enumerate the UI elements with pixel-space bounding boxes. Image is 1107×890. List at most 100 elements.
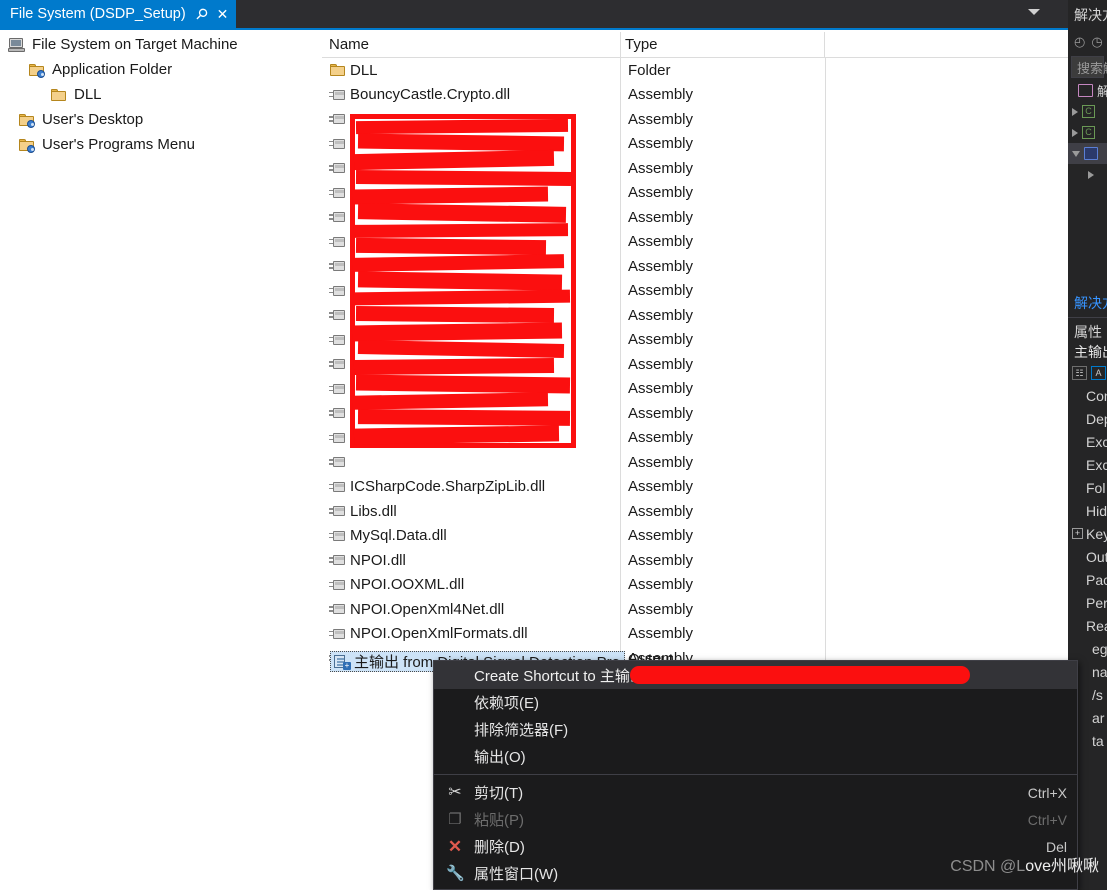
assembly-icon <box>329 258 347 274</box>
assembly-icon <box>329 454 347 470</box>
cell-type: Assembly <box>628 576 694 594</box>
tree-item-application-folder[interactable]: Application Folder <box>0 57 319 82</box>
cell-name: Libs.dll <box>322 503 620 520</box>
table-row[interactable]: NPOI.OOXML.dll Assembly <box>322 573 1068 598</box>
assembly-icon <box>329 332 347 348</box>
table-row[interactable]: Assembly <box>322 132 1068 157</box>
tab-strip: File System (DSDP_Setup) ⚲ ✕ <box>0 0 1068 28</box>
primary-output-icon: + <box>333 654 351 670</box>
chevron-right-icon[interactable] <box>1072 107 1078 116</box>
menu-item-paste[interactable]: ❐ 粘贴(P) Ctrl+V <box>434 806 1077 833</box>
table-row[interactable]: ICSharpCode.SharpZipLib.dll Assembly <box>322 475 1068 500</box>
cell-type: Assembly <box>628 208 694 226</box>
property-row[interactable]: Dep <box>1068 407 1107 430</box>
table-row[interactable]: Assembly <box>322 107 1068 132</box>
folder-icon <box>329 62 347 78</box>
forward-icon[interactable]: ◷ <box>1091 34 1102 50</box>
close-icon[interactable]: ✕ <box>217 7 229 21</box>
property-row-expandable[interactable]: + Key <box>1068 522 1107 545</box>
tree-item-users-desktop[interactable]: User's Desktop <box>0 107 319 132</box>
table-row[interactable]: BouncyCastle.Crypto.dll Assembly <box>322 83 1068 108</box>
categorized-view-icon[interactable]: ☷ <box>1072 366 1087 380</box>
assembly-icon <box>329 503 347 519</box>
tree-item-dll[interactable]: DLL <box>0 82 319 107</box>
tab-file-system[interactable]: File System (DSDP_Setup) ⚲ ✕ <box>0 0 237 28</box>
property-row[interactable]: eg <box>1068 637 1107 660</box>
menu-item-exclusion-filter[interactable]: 排除筛选器(F) <box>434 716 1077 743</box>
folder-icon <box>50 87 68 103</box>
table-row[interactable]: Assembly <box>322 377 1068 402</box>
property-row[interactable]: Exc <box>1068 453 1107 476</box>
table-row[interactable]: Assembly <box>322 230 1068 255</box>
project-node-1[interactable]: C <box>1068 101 1107 122</box>
solution-explorer-link[interactable]: 解决方 <box>1068 293 1107 313</box>
table-row[interactable]: Libs.dll Assembly <box>322 499 1068 524</box>
chevron-down-icon[interactable] <box>1072 150 1080 157</box>
menu-item-outputs[interactable]: 输出(O) <box>434 743 1077 770</box>
table-row[interactable]: Assembly <box>322 254 1068 279</box>
property-row[interactable]: Fol <box>1068 476 1107 499</box>
solution-search-input[interactable]: 搜索解 <box>1071 56 1107 78</box>
assembly-icon <box>329 479 347 495</box>
table-row[interactable]: Assembly <box>322 450 1068 475</box>
table-row[interactable]: Assembly <box>322 401 1068 426</box>
property-row[interactable]: Hid <box>1068 499 1107 522</box>
assembly-icon <box>329 430 347 446</box>
cell-type: Assembly <box>628 600 694 618</box>
setup-project-node[interactable] <box>1068 143 1107 164</box>
property-name: Hid <box>1086 502 1107 519</box>
table-row[interactable]: Assembly <box>322 303 1068 328</box>
chevron-right-icon[interactable] <box>1072 128 1078 137</box>
tree-item-users-programs-menu[interactable]: User's Programs Menu <box>0 132 319 157</box>
menu-item-delete[interactable]: ✕ 删除(D) Del <box>434 833 1077 860</box>
table-row[interactable]: Assembly <box>322 279 1068 304</box>
property-row[interactable]: Out <box>1068 545 1107 568</box>
alphabetical-view-icon[interactable]: A <box>1091 366 1106 380</box>
assembly-icon <box>329 209 347 225</box>
menu-item-dependencies[interactable]: 依赖项(E) <box>434 689 1077 716</box>
setup-child-node[interactable] <box>1068 164 1107 185</box>
expand-icon[interactable]: + <box>1072 528 1083 539</box>
property-name: /s <box>1092 686 1103 703</box>
property-row[interactable]: Con <box>1068 384 1107 407</box>
cell-name-label: NPOI.OpenXml4Net.dll <box>350 600 505 618</box>
table-row[interactable]: Assembly <box>322 352 1068 377</box>
solution-node[interactable]: 解 <box>1068 80 1107 101</box>
table-row[interactable]: NPOI.dll Assembly <box>322 548 1068 573</box>
cell-name: NPOI.OOXML.dll <box>322 576 620 593</box>
cell-type: Assembly <box>628 551 694 569</box>
property-row[interactable]: Rea <box>1068 614 1107 637</box>
back-icon[interactable]: ◴ <box>1074 34 1085 50</box>
solution-label: 解 <box>1097 84 1107 99</box>
assembly-icon <box>329 528 347 544</box>
property-name: Con <box>1086 387 1107 404</box>
property-row[interactable]: Pac <box>1068 568 1107 591</box>
table-row[interactable]: DLL Folder <box>322 58 1068 83</box>
chevron-down-icon[interactable] <box>1028 9 1040 15</box>
cell-name <box>322 332 620 348</box>
table-row[interactable]: NPOI.OpenXmlFormats.dll Assembly <box>322 622 1068 647</box>
property-name: eg <box>1092 640 1107 657</box>
menu-item-properties-window[interactable]: 🔧 属性窗口(W) <box>434 860 1077 887</box>
table-row[interactable]: Assembly <box>322 205 1068 230</box>
property-row[interactable]: Per <box>1068 591 1107 614</box>
table-row[interactable]: MySql.Data.dll Assembly <box>322 524 1068 549</box>
menu-item-cut[interactable]: ✂ 剪切(T) Ctrl+X <box>434 779 1077 806</box>
table-row[interactable]: Assembly <box>322 328 1068 353</box>
cell-name <box>322 307 620 323</box>
cell-type: Assembly <box>628 331 694 349</box>
table-row[interactable]: Assembly <box>322 426 1068 451</box>
property-row[interactable]: Exc <box>1068 430 1107 453</box>
table-row[interactable]: Assembly <box>322 181 1068 206</box>
cell-name-label: MySql.Data.dll <box>350 527 447 545</box>
tree-item-root[interactable]: File System on Target Machine <box>0 32 319 57</box>
table-row[interactable]: NPOI.OpenXml4Net.dll Assembly <box>322 597 1068 622</box>
chevron-right-icon[interactable] <box>1088 170 1094 179</box>
cell-name: MySql.Data.dll <box>322 527 620 544</box>
project-node-2[interactable]: C <box>1068 122 1107 143</box>
column-header-name[interactable]: Name <box>322 32 620 57</box>
column-header-type[interactable]: Type <box>620 32 824 57</box>
table-row[interactable]: Assembly <box>322 156 1068 181</box>
pin-icon[interactable]: ⚲ <box>191 4 211 24</box>
menu-item-label: 粘贴(P) <box>474 812 524 829</box>
